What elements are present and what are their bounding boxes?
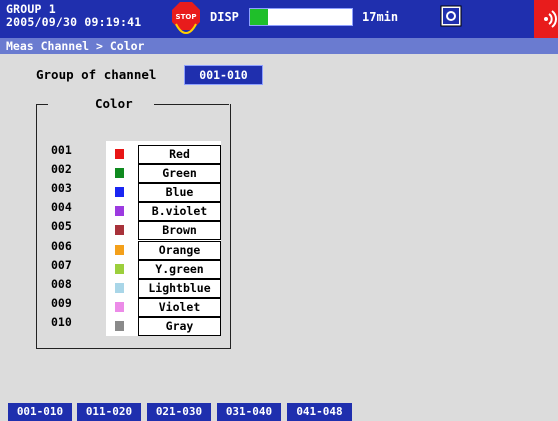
color-name-field[interactable]: Lightblue bbox=[138, 278, 221, 298]
color-swatch bbox=[115, 301, 124, 312]
group-tabs: 001-010 011-020 021-030 031-040 041-048 bbox=[0, 403, 558, 421]
color-swatch bbox=[115, 263, 124, 274]
channel-number: 003 bbox=[51, 181, 72, 196]
tab-001-010[interactable]: 001-010 bbox=[8, 403, 72, 421]
group-datetime: GROUP 1 2005/09/30 09:19:41 bbox=[6, 3, 141, 29]
color-row: 005 Brown bbox=[0, 219, 558, 241]
color-swatch bbox=[115, 225, 124, 236]
color-name-field[interactable]: Orange bbox=[138, 240, 221, 260]
breadcrumb-bar: Meas Channel > Color bbox=[0, 38, 558, 54]
color-row: 010 Gray bbox=[0, 314, 558, 336]
stop-icon: STOP bbox=[172, 2, 200, 34]
tab-031-040[interactable]: 031-040 bbox=[217, 403, 281, 421]
color-name-field[interactable]: B.violet bbox=[138, 202, 221, 222]
tab-011-020[interactable]: 011-020 bbox=[77, 403, 141, 421]
color-section-title: Color bbox=[95, 96, 133, 111]
color-row: 001 Red bbox=[0, 143, 558, 164]
frame-line bbox=[36, 104, 48, 105]
color-swatch bbox=[115, 168, 124, 179]
memory-time: 17min bbox=[362, 10, 399, 24]
color-row: 004 B.violet bbox=[0, 200, 558, 222]
status-bar: GROUP 1 2005/09/30 09:19:41 STOP DISP 17… bbox=[0, 0, 558, 38]
channel-number: 009 bbox=[51, 295, 72, 310]
color-name-field[interactable]: Red bbox=[138, 145, 221, 164]
stop-icon-text: STOP bbox=[176, 13, 197, 21]
date-time: 2005/09/30 09:19:41 bbox=[6, 15, 142, 29]
alarm-icon bbox=[534, 0, 558, 38]
channel-number: 006 bbox=[51, 238, 72, 253]
color-swatch bbox=[115, 320, 124, 331]
breadcrumb: Meas Channel > Color bbox=[6, 39, 145, 53]
channel-number: 007 bbox=[51, 257, 72, 272]
disp-label: DISP bbox=[210, 10, 239, 24]
channel-number: 001 bbox=[51, 143, 72, 157]
color-row: 003 Blue bbox=[0, 181, 558, 203]
channel-number: 005 bbox=[51, 219, 72, 234]
color-swatch bbox=[115, 206, 124, 217]
group-of-channel-label: Group of channel bbox=[36, 67, 157, 82]
color-swatch bbox=[115, 244, 124, 255]
color-name-field[interactable]: Violet bbox=[138, 297, 221, 317]
color-row: 009 Violet bbox=[0, 295, 558, 317]
channel-number: 008 bbox=[51, 276, 72, 291]
channel-number: 004 bbox=[51, 200, 72, 215]
group-of-channel-field[interactable]: 001-010 bbox=[184, 65, 263, 85]
channel-number: 010 bbox=[51, 314, 72, 329]
color-name-field[interactable]: Gray bbox=[138, 316, 221, 336]
memory-bar bbox=[249, 8, 353, 26]
color-swatch bbox=[115, 149, 124, 159]
frame-line bbox=[154, 104, 229, 105]
memory-fill bbox=[250, 9, 269, 25]
color-row: 008 Lightblue bbox=[0, 276, 558, 298]
tab-041-048[interactable]: 041-048 bbox=[287, 403, 352, 421]
channel-number: 002 bbox=[51, 162, 72, 177]
color-row: 002 Green bbox=[0, 162, 558, 184]
color-name-field[interactable]: Brown bbox=[138, 221, 221, 241]
camera-icon[interactable] bbox=[440, 5, 462, 27]
tab-021-030[interactable]: 021-030 bbox=[147, 403, 211, 421]
color-name-field[interactable]: Blue bbox=[138, 183, 221, 203]
color-row: 006 Orange bbox=[0, 238, 558, 260]
color-name-field[interactable]: Y.green bbox=[138, 259, 221, 279]
color-name-field[interactable]: Green bbox=[138, 164, 221, 184]
color-swatch bbox=[115, 187, 124, 198]
color-row: 007 Y.green bbox=[0, 257, 558, 279]
color-swatch bbox=[115, 282, 124, 293]
